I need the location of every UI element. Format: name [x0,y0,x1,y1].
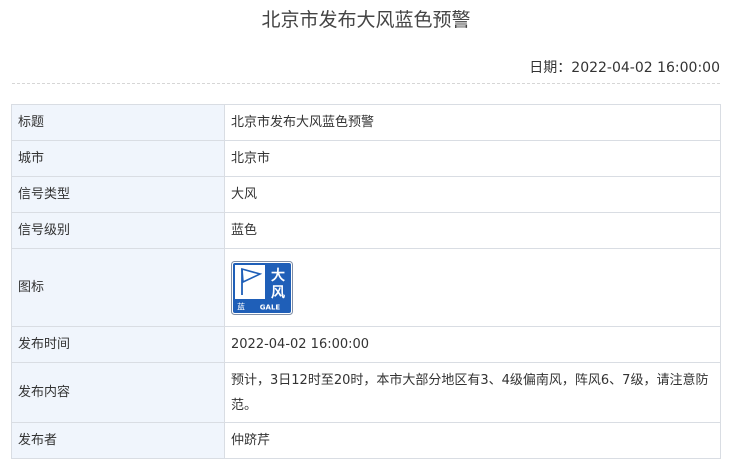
gale-blue-warning-icon: 大 风 蓝 GALE [231,260,293,315]
row-value-title: 北京市发布大风蓝色预警 [224,104,721,141]
row-value-publish-time: 2022-04-02 16:00:00 [224,326,721,363]
row-value-signal-level: 蓝色 [224,212,721,249]
date-line: 日期：2022-04-02 16:00:00 [529,59,720,77]
row-value-signal-type: 大风 [224,176,721,213]
row-label-signal-level: 信号级别 [11,212,225,249]
date-label: 日期： [529,60,572,76]
row-label-signal-type: 信号类型 [11,176,225,213]
table-row: 发布时间 2022-04-02 16:00:00 [11,326,721,363]
table-row: 城市 北京市 [11,140,721,177]
table-row: 信号级别 蓝色 [11,212,721,249]
row-value-publisher: 仲跻芹 [224,422,721,459]
divider [12,83,720,84]
table-row: 发布内容 预计，3日12时至20时，本市大部分地区有3、4级偏南风，阵风6、7级… [11,362,721,423]
row-label-icon: 图标 [11,248,225,327]
icon-level-char: 蓝 [237,301,245,311]
row-label-publish-time: 发布时间 [11,326,225,363]
row-value-city: 北京市 [224,140,721,177]
table-row: 图标 大 风 蓝 GALE [11,248,721,327]
page-title: 北京市发布大风蓝色预警 [261,9,471,31]
icon-char-bottom: 风 [271,285,285,301]
row-label-publisher: 发布者 [11,422,225,459]
table-row: 发布者 仲跻芹 [11,422,721,459]
icon-char-top: 大 [271,267,285,284]
row-label-title: 标题 [11,104,225,141]
table-row: 标题 北京市发布大风蓝色预警 [11,104,721,141]
row-label-city: 城市 [11,140,225,177]
warning-info-table: 标题 北京市发布大风蓝色预警 城市 北京市 信号类型 大风 信号级别 蓝色 图标 [11,104,721,459]
row-label-content: 发布内容 [11,362,225,423]
date-value: 2022-04-02 16:00:00 [571,60,720,76]
table-row: 信号类型 大风 [11,176,721,213]
row-value-icon: 大 风 蓝 GALE [224,248,721,327]
icon-english: GALE [260,303,281,311]
row-value-content: 预计，3日12时至20时，本市大部分地区有3、4级偏南风，阵风6、7级，请注意防… [224,362,721,423]
